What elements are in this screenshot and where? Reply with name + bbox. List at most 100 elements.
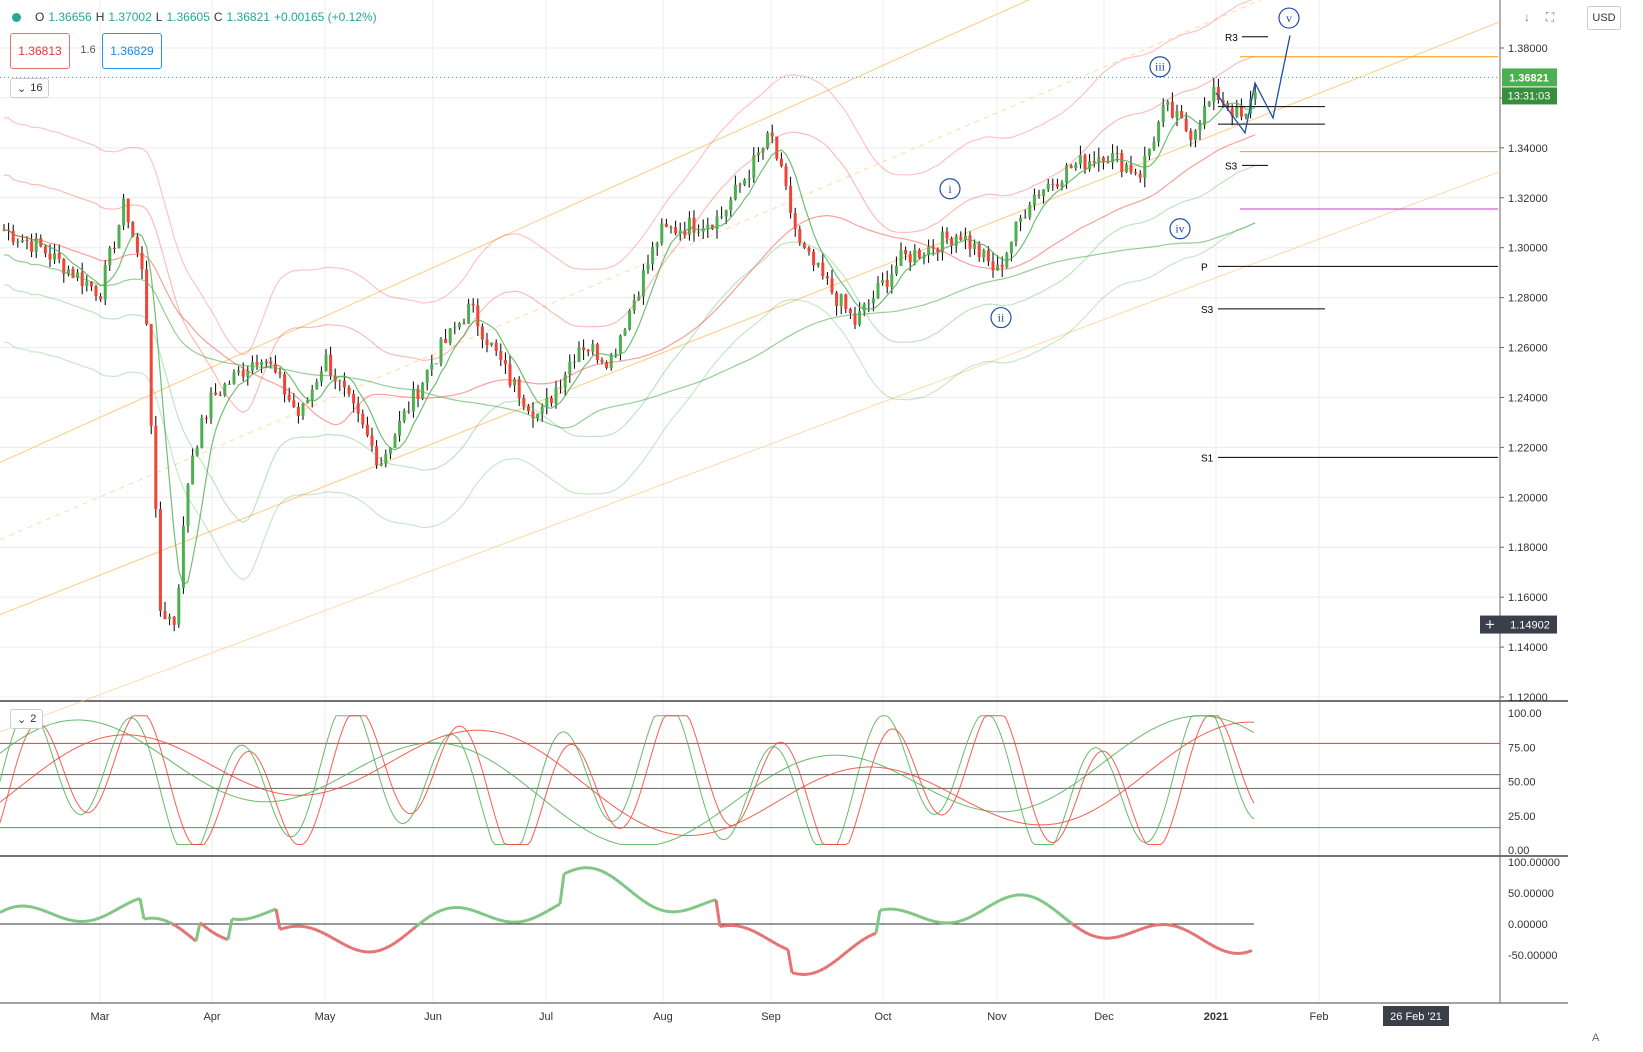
osc-segment: [459, 906, 465, 910]
osc-segment: [351, 946, 357, 952]
candle-body: [563, 374, 567, 388]
osc-segment: [1171, 923, 1177, 928]
candle-body: [559, 387, 563, 389]
osc-segment: [371, 949, 377, 954]
price-tick-label: 1.38000: [1508, 43, 1548, 55]
osc-segment: [1039, 898, 1045, 904]
osc-segment: [1207, 941, 1213, 947]
candle-body: [99, 296, 103, 300]
osc-segment: [1187, 929, 1193, 935]
candle-body: [1207, 101, 1211, 106]
osc-segment: [39, 907, 45, 913]
candle-body: [278, 372, 282, 375]
price-chart[interactable]: R3S3PS3S1iiiiiiivv1.380001.360001.340001…: [0, 0, 1643, 1052]
osc-segment: [763, 935, 769, 941]
candle-body: [729, 199, 733, 211]
candle-body: [572, 361, 576, 363]
candle-body: [154, 425, 158, 510]
ohlc-high-label: H: [95, 10, 105, 24]
candle-body: [232, 372, 236, 384]
osc-segment: [663, 909, 669, 913]
candle-body: [1124, 164, 1128, 173]
auto-scale-button[interactable]: A: [1592, 1032, 1599, 1044]
candle-body: [908, 254, 912, 263]
ohlc-change: +0.00165 (+0.12%): [273, 10, 377, 24]
osc-tick-label: 0.00000: [1508, 919, 1548, 931]
market-status-icon: [12, 12, 21, 22]
currency-button[interactable]: USD: [1587, 6, 1621, 30]
osc-segment: [3, 907, 9, 912]
osc-segment: [823, 964, 829, 970]
osc-segment: [1223, 949, 1229, 954]
osc-segment: [971, 912, 977, 918]
candle-body: [149, 324, 153, 426]
candle-body: [1184, 118, 1188, 131]
osc-segment: [307, 925, 313, 930]
osc-segment: [67, 918, 73, 922]
pane2-toggle[interactable]: ⌄ 2: [10, 709, 44, 729]
time-tick-label: Nov: [987, 1011, 1007, 1023]
candle-body: [1032, 194, 1036, 205]
candle-body: [20, 240, 24, 242]
sell-button[interactable]: 1.36813: [10, 33, 70, 69]
candle-body: [324, 354, 328, 372]
candle-body: [1198, 124, 1202, 131]
candle-body: [370, 435, 374, 447]
osc-segment: [287, 925, 293, 929]
osc-segment: [1143, 925, 1149, 930]
osc-segment: [435, 909, 441, 915]
osc-segment: [755, 931, 761, 936]
last-price-label: 1.36821: [1509, 72, 1549, 84]
candle-body: [1019, 217, 1023, 222]
candle-body: [743, 179, 747, 185]
osc-segment: [1203, 939, 1209, 945]
osc-segment: [359, 949, 365, 954]
candle-body: [103, 265, 107, 300]
osc-segment: [211, 930, 217, 936]
candle-body: [315, 381, 319, 390]
candle-body: [807, 247, 811, 252]
osc-segment: [1227, 950, 1233, 955]
osc-segment: [699, 902, 705, 907]
candle-body: [784, 166, 788, 186]
osc-segment: [475, 910, 481, 915]
osc-segment: [343, 943, 349, 948]
indicators-toggle[interactable]: ⌄ 16: [10, 78, 50, 98]
candle-body: [720, 216, 724, 218]
osc-segment: [915, 913, 921, 919]
osc-segment: [103, 912, 109, 918]
osc-segment: [355, 948, 361, 953]
osc-segment: [99, 914, 105, 920]
candle-body: [885, 279, 889, 287]
osc-segment: [315, 928, 321, 933]
buy-button[interactable]: 1.36829: [102, 33, 162, 69]
candle-body: [747, 178, 751, 180]
candle-body: [158, 509, 162, 612]
osc-segment: [231, 917, 237, 921]
candle-body: [775, 136, 779, 159]
osc-segment: [443, 906, 449, 911]
candle-body: [881, 279, 885, 284]
price-tick-label: 1.28000: [1508, 293, 1548, 305]
candle-body: [94, 286, 98, 297]
candle-body: [821, 262, 825, 277]
osc-segment: [863, 935, 869, 941]
candle-body: [540, 406, 544, 414]
osc-segment: [811, 970, 817, 975]
arrow-down-icon[interactable]: ↓: [1518, 8, 1536, 26]
candle-body: [554, 387, 558, 404]
candle-body: [296, 406, 300, 416]
candle-body: [1055, 184, 1059, 187]
osc-segment: [31, 905, 37, 910]
osc-segment: [535, 913, 541, 919]
osc-segment: [595, 867, 601, 872]
candle-body: [1106, 162, 1110, 164]
maximize-icon[interactable]: ⛶: [1541, 8, 1559, 26]
stoch-tick-label: 75.00: [1508, 742, 1536, 754]
candle-body: [582, 347, 586, 351]
candle-body: [200, 417, 204, 448]
osc-segment: [751, 929, 757, 934]
osc-segment: [767, 937, 773, 943]
osc-segment: [1175, 924, 1181, 930]
candle-body: [1042, 189, 1046, 197]
